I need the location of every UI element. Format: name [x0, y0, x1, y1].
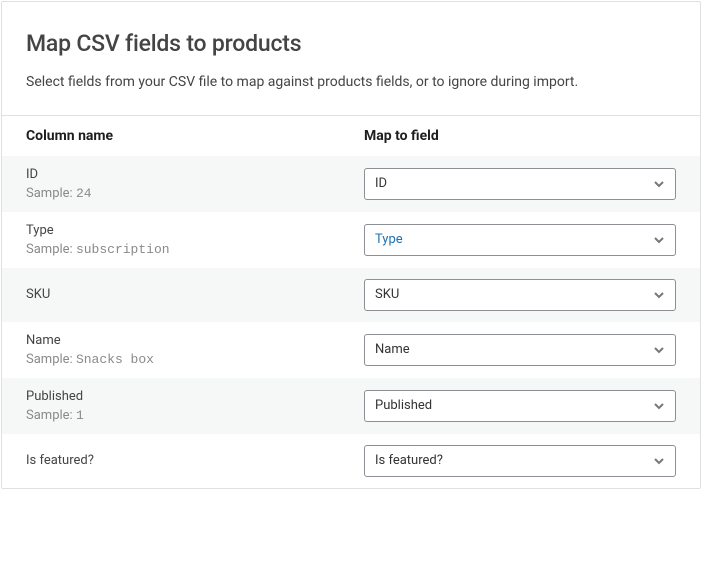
- column-header-name: Column name: [26, 128, 364, 144]
- table-row: Is featured? Is featured?: [2, 434, 700, 488]
- table-row: SKU SKU: [2, 268, 700, 322]
- map-column: SKU: [364, 279, 676, 311]
- sample-line: Sample: 24: [26, 186, 364, 201]
- sample-line: Sample: Snacks box: [26, 352, 364, 367]
- map-column: Published: [364, 390, 676, 422]
- chevron-down-icon: [651, 176, 667, 192]
- csv-mapping-card: Map CSV fields to products Select fields…: [1, 1, 701, 489]
- sample-label: Sample:: [26, 242, 73, 257]
- map-select[interactable]: Type: [364, 224, 676, 256]
- column-info: Published Sample: 1: [26, 389, 364, 423]
- sample-label: Sample:: [26, 186, 73, 201]
- sample-label: Sample:: [26, 408, 73, 423]
- sample-value: 1: [76, 408, 84, 423]
- chevron-down-icon: [651, 453, 667, 469]
- sample-line: Sample: subscription: [26, 242, 364, 257]
- field-name: ID: [26, 167, 364, 182]
- chevron-down-icon: [651, 232, 667, 248]
- map-column: Name: [364, 334, 676, 366]
- map-select[interactable]: ID: [364, 168, 676, 200]
- column-header-map: Map to field: [364, 128, 676, 144]
- column-info: Type Sample: subscription: [26, 223, 364, 257]
- table-row: Published Sample: 1 Published: [2, 378, 700, 434]
- map-column: Type: [364, 224, 676, 256]
- sample-value: subscription: [76, 242, 170, 257]
- column-info: Name Sample: Snacks box: [26, 333, 364, 367]
- rows-container: IDSample: 24IDTypeSample: subscriptionTy…: [2, 156, 700, 488]
- chevron-down-icon: [651, 342, 667, 358]
- map-select[interactable]: Is featured?: [364, 445, 676, 477]
- select-value: Type: [375, 232, 403, 247]
- field-name: Type: [26, 223, 364, 238]
- sample-value: 24: [76, 186, 92, 201]
- sample-value: Snacks box: [76, 352, 154, 367]
- select-value: ID: [375, 176, 387, 191]
- table-header: Column name Map to field: [2, 115, 700, 156]
- select-value: Name: [375, 342, 410, 357]
- map-select[interactable]: Name: [364, 334, 676, 366]
- select-value: Is featured?: [375, 453, 443, 468]
- column-info: Is featured?: [26, 453, 364, 468]
- sample-line: Sample: 1: [26, 408, 364, 423]
- table-row: Name Sample: Snacks box Name: [2, 322, 700, 378]
- field-name: Is featured?: [26, 453, 364, 468]
- sample-label: Sample:: [26, 352, 73, 367]
- chevron-down-icon: [651, 398, 667, 414]
- column-info: ID Sample: 24: [26, 167, 364, 201]
- chevron-down-icon: [651, 287, 667, 303]
- map-column: Is featured?: [364, 445, 676, 477]
- header-section: Map CSV fields to products Select fields…: [2, 2, 700, 115]
- table-row: Type Sample: subscription Type: [2, 212, 700, 268]
- select-value: Published: [375, 398, 432, 413]
- page-title: Map CSV fields to products: [26, 30, 676, 57]
- map-select[interactable]: Published: [364, 390, 676, 422]
- table-row: ID Sample: 24 ID: [2, 156, 700, 212]
- select-value: SKU: [375, 287, 399, 302]
- field-name: Name: [26, 333, 364, 348]
- map-select[interactable]: SKU: [364, 279, 676, 311]
- field-name: SKU: [26, 287, 364, 302]
- field-name: Published: [26, 389, 364, 404]
- map-column: ID: [364, 168, 676, 200]
- page-subtitle: Select fields from your CSV file to map …: [26, 73, 676, 93]
- column-info: SKU: [26, 287, 364, 302]
